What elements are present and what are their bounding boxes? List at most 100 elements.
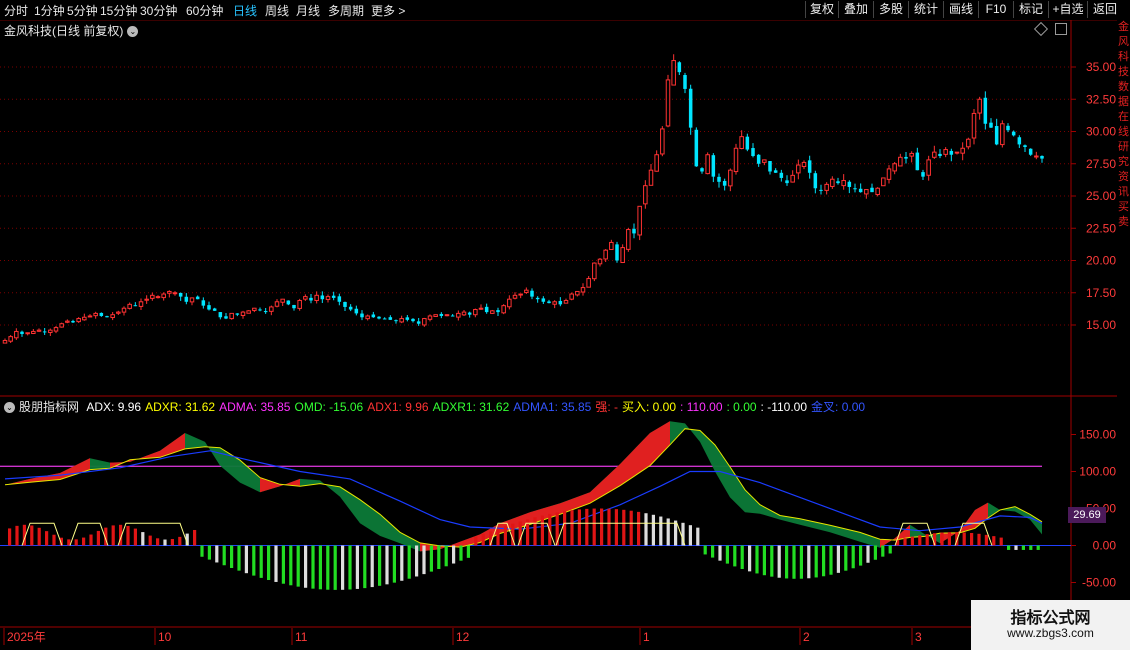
period-more[interactable]: 更多 > (371, 2, 405, 19)
price-tick-label: 27.50 (1086, 157, 1116, 171)
candle-body-down (535, 297, 540, 300)
histogram-bar (133, 528, 137, 546)
candle-body-down (178, 292, 183, 297)
back-button[interactable]: 返回 (1087, 1, 1122, 18)
candle-body-down (201, 300, 206, 306)
period-weekly[interactable]: 周线 (265, 2, 289, 19)
candle-body-up (592, 262, 597, 280)
candle-body-up (365, 315, 370, 320)
histogram-bar (888, 545, 892, 554)
price-chart[interactable]: 35.0032.5030.0027.5025.0022.5020.0017.50… (0, 0, 1130, 650)
candle-body-up (648, 169, 654, 186)
histogram-bar (814, 545, 818, 578)
chart-title[interactable]: 金风科技(日线 前复权) ⌄ (4, 22, 139, 39)
candle-body-up (665, 79, 671, 127)
candle-body-down (938, 153, 942, 157)
chevron-down-icon[interactable]: ⌄ (4, 402, 15, 414)
period-15min[interactable]: 15分钟 (100, 2, 137, 19)
candle-body-up (733, 147, 739, 173)
histogram-bar (725, 545, 729, 564)
window-icon[interactable] (1055, 23, 1067, 35)
histogram-bar (459, 545, 463, 561)
candle-body-up (14, 330, 19, 339)
buy-signal-marker (117, 522, 189, 546)
candle-body-down (756, 154, 761, 164)
adx-rising-fill (560, 492, 590, 515)
price-tick-label: 22.50 (1086, 221, 1116, 235)
candle-body-up (960, 147, 965, 154)
indicator-legend[interactable]: ⌄ 股朋指标网 ADX: 9.96 ADXR: 31.62 ADMA: 35.85 OM… (4, 398, 873, 415)
indicator-item: 买入: 0.00 (622, 400, 677, 414)
period-multi[interactable]: 多周期 (328, 2, 364, 19)
ind-tick-label: 150.00 (1079, 428, 1116, 442)
candle-body-up (280, 298, 285, 303)
indicator-item: OMD: -15.06 (294, 400, 364, 414)
date-label: 10 (158, 630, 172, 644)
chevron-down-icon[interactable]: ⌄ (127, 26, 139, 38)
stats-button[interactable]: 统计 (908, 1, 943, 18)
histogram-bar (600, 508, 604, 546)
indicator-item: ADMA1: 35.85 (513, 400, 592, 414)
candle-body-up (563, 299, 569, 304)
candle-body-up (76, 318, 81, 323)
candle-body-up (297, 299, 302, 309)
histogram-bar (563, 511, 567, 546)
multi-stock-button[interactable]: 多股 (873, 1, 908, 18)
histogram-bar (74, 539, 78, 546)
side-panel-char: 技 (1118, 66, 1129, 78)
histogram-bar (1036, 545, 1040, 550)
period-60min[interactable]: 60分钟 (186, 2, 223, 19)
histogram-bar (30, 525, 34, 546)
period-monthly[interactable]: 月线 (296, 2, 320, 19)
candle-body-down (337, 296, 342, 302)
mark-button[interactable]: 标记 (1013, 1, 1048, 18)
price-tick-label: 32.50 (1086, 92, 1116, 106)
candle-body-up (433, 314, 438, 317)
draw-button[interactable]: 画线 (943, 1, 978, 18)
histogram-bar (481, 533, 485, 546)
histogram-bar (933, 533, 937, 546)
adx-rising-fill (880, 538, 895, 548)
adjust-button[interactable]: 复权 (805, 1, 838, 18)
candle-body-up (25, 332, 30, 335)
overlay-button[interactable]: 叠加 (838, 1, 873, 18)
buy-signal-marker (894, 522, 936, 546)
adx-rising-fill (5, 478, 30, 485)
candle-body-up (926, 159, 931, 176)
histogram-bar (82, 537, 86, 546)
period-30min[interactable]: 30分钟 (140, 2, 177, 19)
histogram-bar (378, 545, 382, 586)
histogram-bar (866, 545, 870, 563)
candle-body-up (490, 310, 495, 314)
f10-button[interactable]: F10 (978, 1, 1013, 18)
candle-body-down (847, 181, 852, 187)
candle-body-down (1040, 155, 1044, 159)
candle-body-up (422, 318, 427, 326)
side-info-panel[interactable]: 金风科技数据在线研究资讯买卖 (1117, 20, 1130, 398)
adx-rising-fill (60, 458, 90, 480)
histogram-bar (200, 545, 204, 557)
candle-body-up (892, 163, 897, 172)
date-label: 2025年 (7, 630, 46, 644)
period-1min[interactable]: 1分钟 (34, 2, 65, 19)
diamond-icon[interactable] (1033, 21, 1049, 37)
candle-body-up (886, 168, 892, 180)
histogram-bar (755, 545, 759, 574)
candle-body-down (133, 305, 138, 307)
adx-rising-fill (960, 509, 975, 533)
candle-body-up (875, 187, 880, 196)
adx-rising-fill (480, 523, 500, 543)
histogram-bar (740, 545, 744, 570)
histogram-bar (585, 508, 589, 546)
adx-rising-fill (110, 459, 130, 469)
histogram-bar (629, 510, 633, 546)
candle-body-down (694, 129, 699, 167)
date-label: 11 (295, 630, 308, 644)
candle-body-up (830, 178, 835, 187)
candle-body-up (575, 290, 580, 296)
candle-body-down (683, 75, 687, 89)
period-5min[interactable]: 5分钟 (67, 2, 98, 19)
add-watchlist-button[interactable]: +自选 (1048, 1, 1087, 18)
period-fenshi[interactable]: 分时 (4, 2, 28, 19)
period-daily[interactable]: 日线 (233, 2, 257, 19)
